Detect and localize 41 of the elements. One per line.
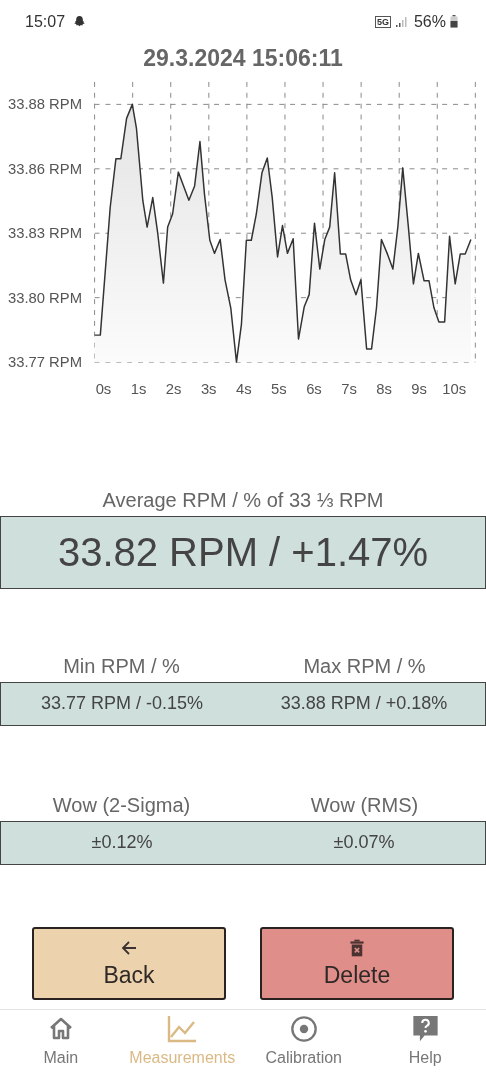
x-axis-label: 7s <box>341 381 357 397</box>
x-axis-label: 3s <box>200 381 217 397</box>
stat-value: 33.88 RPM / +0.18% <box>279 693 449 715</box>
battery-percent: 56% <box>413 12 446 31</box>
help-icon <box>410 1014 440 1043</box>
nav-tab[interactable]: Main <box>0 1014 122 1080</box>
x-axis-label: 4s <box>236 381 252 397</box>
x-axis-label: 0s <box>95 381 112 397</box>
stat-label: Max RPM / % <box>302 654 427 678</box>
nav-tab[interactable]: Calibration <box>243 1014 365 1080</box>
x-axis-label: 5s <box>271 381 287 397</box>
x-axis-label: 6s <box>306 381 322 397</box>
x-axis-label: 10s <box>442 381 467 397</box>
y-axis-label: 33.77 RPM <box>8 354 83 371</box>
stat-label: Min RPM / % <box>62 654 181 678</box>
average-value: 33.82 RPM / +1.47% <box>0 515 486 589</box>
target-icon <box>288 1014 319 1043</box>
wow-label: Wow (RMS) <box>309 793 420 817</box>
nav-tab[interactable]: Help <box>364 1014 486 1080</box>
x-axis-label: 2s <box>165 381 182 397</box>
wow-label: Wow (2-Sigma) <box>51 793 192 817</box>
y-axis-label: 33.86 RPM <box>8 160 83 177</box>
x-axis-label: 8s <box>376 381 392 397</box>
y-axis-label: 33.83 RPM <box>8 225 83 242</box>
status-time: 15:07 <box>25 12 66 31</box>
signal-icon <box>394 15 407 28</box>
average-label: Average RPM / % of 33 ⅓ RPM <box>101 488 385 512</box>
trash-icon <box>350 937 364 958</box>
x-axis-label: 9s <box>411 381 428 397</box>
back-button[interactable]: Back <box>32 926 226 1000</box>
page-title: 29.3.2024 15:06:11 <box>142 44 344 74</box>
chart-icon <box>167 1014 198 1043</box>
stat-value: 33.77 RPM / -0.15% <box>39 693 205 715</box>
y-axis-label: 33.80 RPM <box>8 289 83 306</box>
wow-value: ±0.12% <box>90 832 154 854</box>
wow-value: ±0.07% <box>332 832 396 854</box>
y-axis-label: 33.88 RPM <box>8 96 83 113</box>
delete-button[interactable]: Delete <box>260 926 454 1000</box>
battery-icon <box>450 15 458 29</box>
network-label: 5G <box>374 15 391 28</box>
x-axis-label: 1s <box>130 381 147 397</box>
